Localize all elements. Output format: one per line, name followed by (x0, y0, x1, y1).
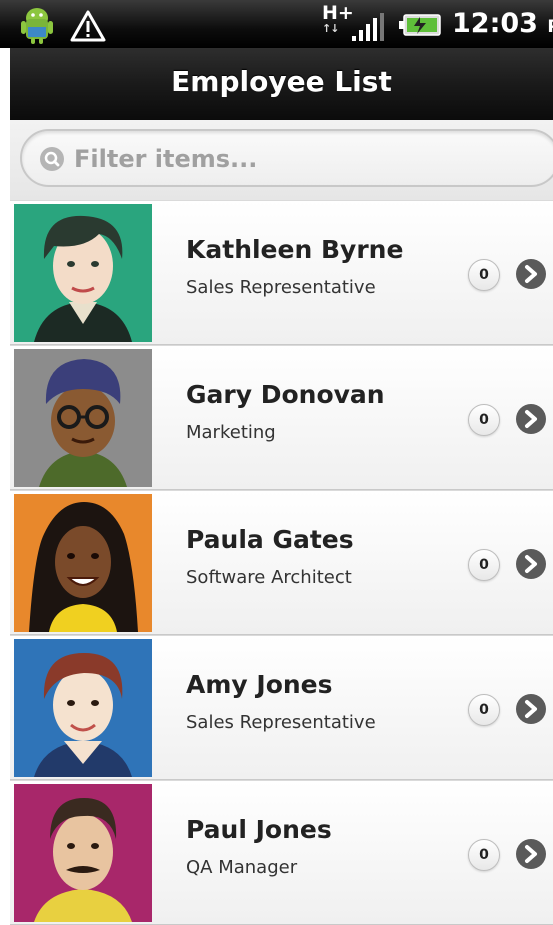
warning-icon (70, 10, 106, 42)
signal-icon (352, 13, 384, 41)
employee-title: Sales Representative (186, 277, 376, 298)
count-badge: 0 (468, 404, 500, 436)
employee-title: Software Architect (186, 567, 352, 588)
employee-name: Paul Jones (186, 815, 332, 844)
search-input[interactable] (72, 137, 536, 181)
count-badge: 0 (468, 694, 500, 726)
chevron-right-icon[interactable] (515, 548, 547, 580)
employee-title: Sales Representative (186, 712, 376, 733)
chevron-right-icon[interactable] (515, 403, 547, 435)
android-icon (21, 8, 53, 44)
list-item[interactable]: Amy Jones Sales Representative 0 (10, 635, 553, 780)
search-icon (40, 147, 64, 171)
avatar (14, 639, 152, 777)
header-bar: Employee List (10, 48, 553, 121)
employee-name: Kathleen Byrne (186, 235, 404, 264)
chevron-right-icon[interactable] (515, 693, 547, 725)
avatar (14, 349, 152, 487)
employee-name: Paula Gates (186, 525, 354, 554)
avatar (14, 494, 152, 632)
network-type-indicator: H+ ↑↓ (322, 2, 354, 35)
employee-title: QA Manager (186, 857, 298, 878)
count-badge: 0 (468, 839, 500, 871)
avatar (14, 784, 152, 922)
employee-name: Amy Jones (186, 670, 333, 699)
employee-list: Kathleen Byrne Sales Representative 0 Ga… (10, 200, 553, 925)
avatar (14, 204, 152, 342)
chevron-right-icon[interactable] (515, 258, 547, 290)
search-field[interactable] (20, 129, 553, 187)
chevron-right-icon[interactable] (515, 838, 547, 870)
page-title: Employee List (171, 65, 392, 98)
filter-bar (10, 120, 553, 201)
employee-title: Marketing (186, 422, 276, 443)
count-badge: 0 (468, 259, 500, 291)
count-badge: 0 (468, 549, 500, 581)
clock: 12:03 PM (452, 8, 553, 39)
list-item[interactable]: Gary Donovan Marketing 0 (10, 345, 553, 490)
list-item[interactable]: Kathleen Byrne Sales Representative 0 (10, 200, 553, 345)
status-bar: H+ ↑↓ 12:03 PM (0, 0, 553, 48)
list-item[interactable]: Paula Gates Software Architect 0 (10, 490, 553, 635)
battery-icon (399, 14, 441, 36)
employee-name: Gary Donovan (186, 380, 385, 409)
list-item[interactable]: Paul Jones QA Manager 0 (10, 780, 553, 925)
